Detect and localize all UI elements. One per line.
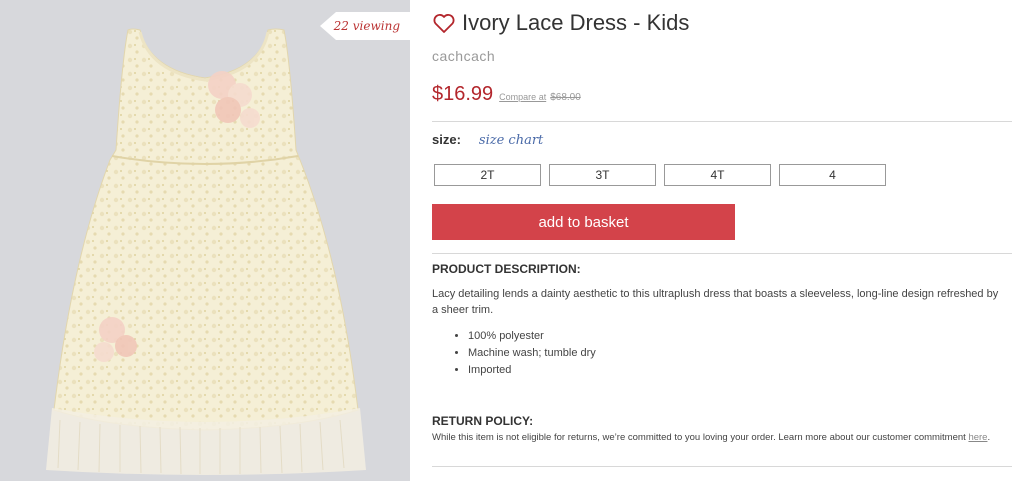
compare-price: $68.00 [550,92,581,103]
price-row: $16.99 Compare at $68.00 [432,83,581,106]
list-item: Imported [468,362,596,379]
return-policy-body: While this item is not eligible for retu… [432,432,969,443]
divider [432,466,1012,467]
product-image[interactable]: 22 viewing [0,0,410,481]
size-options: 2T 3T 4T 4 [434,164,894,186]
heart-icon[interactable] [432,11,456,35]
return-policy-text: While this item is not eligible for retu… [432,431,1007,445]
list-item: Machine wash; tumble dry [468,345,596,362]
sale-price: $16.99 [432,83,494,105]
return-policy-suffix: . [987,432,991,443]
add-to-basket-button[interactable]: add to basket [432,204,735,240]
divider [432,253,1012,254]
title-row: Ivory Lace Dress - Kids [432,10,689,36]
dress-illustration [46,28,366,475]
size-option-4[interactable]: 4 [779,164,886,186]
viewing-count-badge: 22 viewing [320,12,410,40]
compare-at-link[interactable]: Compare at [499,92,546,102]
size-option-2t[interactable]: 2T [434,164,541,186]
size-option-3t[interactable]: 3T [549,164,656,186]
size-chart-link[interactable]: size chart [479,133,543,148]
size-row: size: size chart [432,132,543,148]
commitment-link[interactable]: here [968,432,987,443]
product-title: Ivory Lace Dress - Kids [462,10,690,35]
size-option-4t[interactable]: 4T [664,164,771,186]
size-label: size: [432,132,461,147]
divider [432,121,1012,122]
brand-name[interactable]: cachcach [432,48,495,64]
description-heading: PRODUCT DESCRIPTION: [432,262,581,276]
description-bullets: 100% polyester Machine wash; tumble dry … [432,328,596,379]
description-text: Lacy detailing lends a dainty aesthetic … [432,288,999,316]
return-policy-heading: RETURN POLICY: [432,414,534,428]
list-item: 100% polyester [468,328,596,345]
